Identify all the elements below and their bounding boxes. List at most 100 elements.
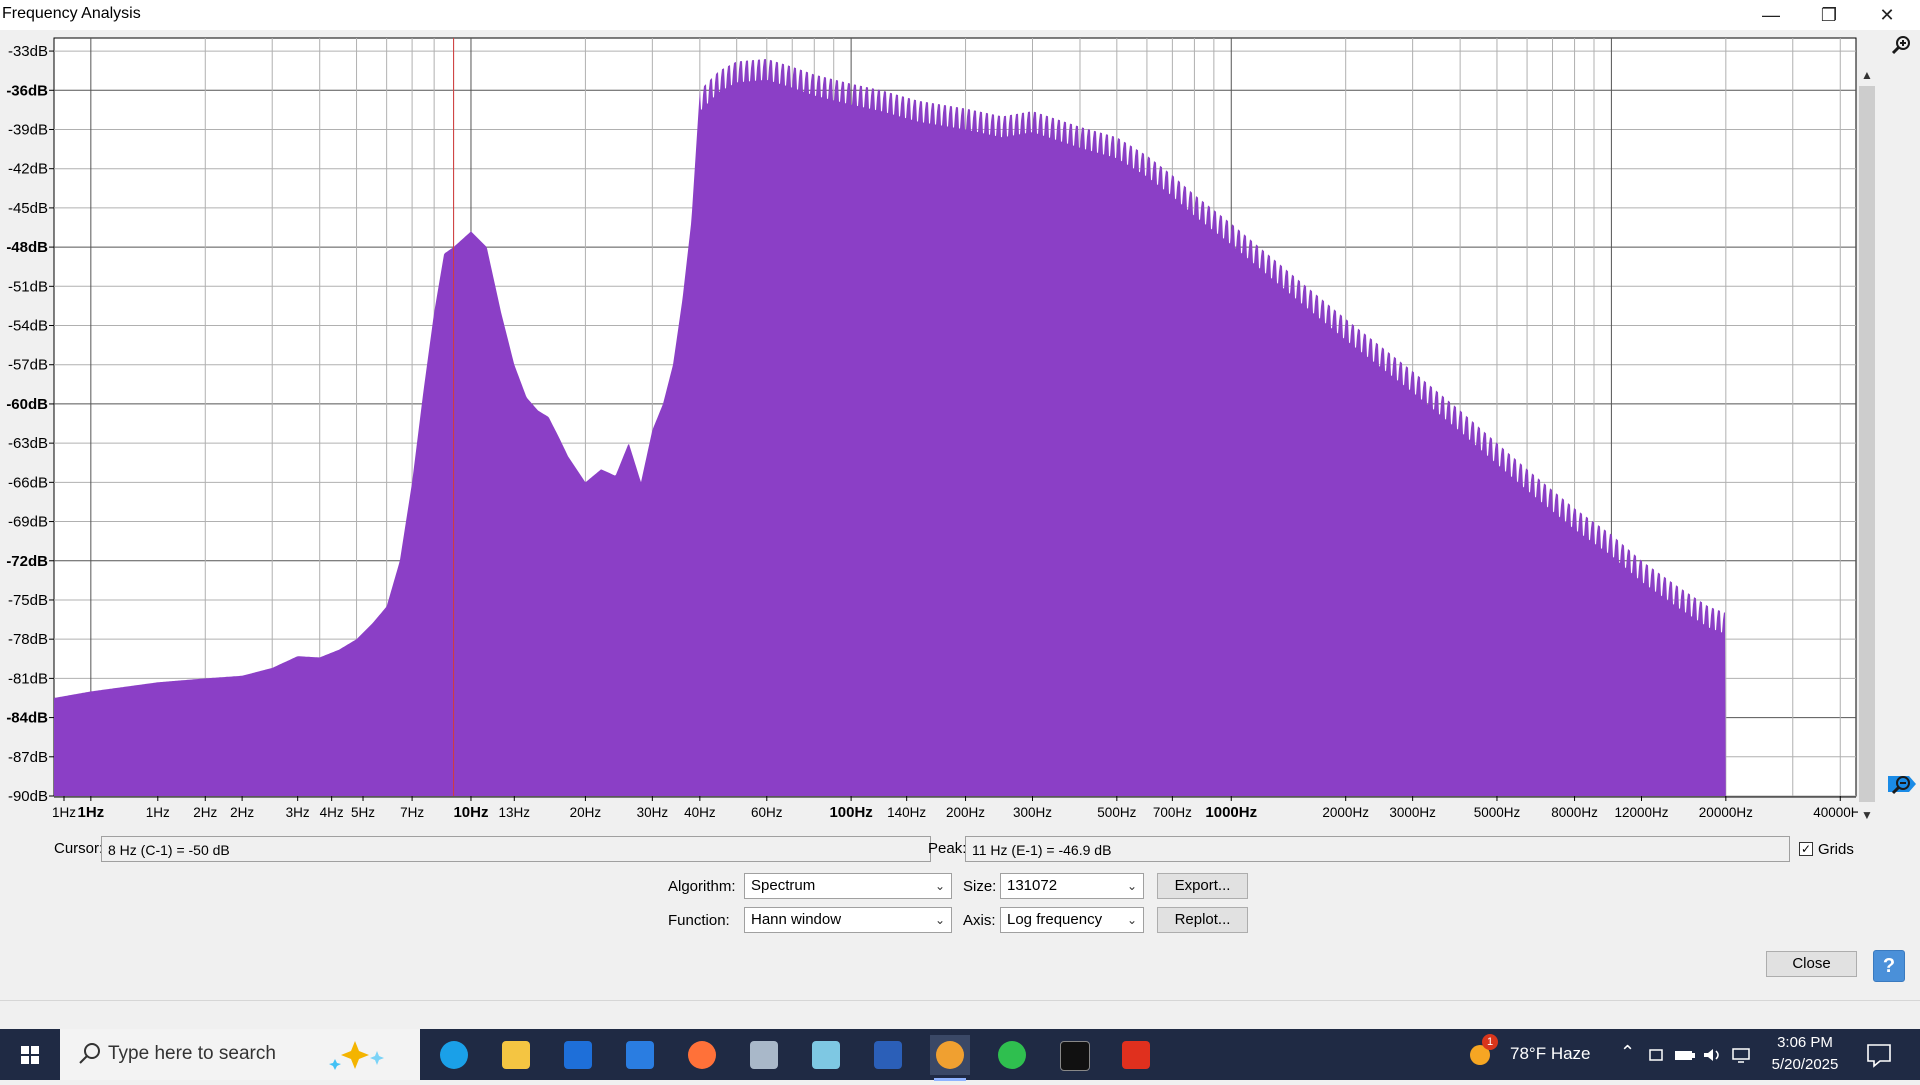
weather-badge: 1 (1482, 1034, 1498, 1050)
taskbar-app-audacity[interactable] (930, 1035, 970, 1081)
taskbar-app-store[interactable] (620, 1035, 660, 1075)
peak-label: Peak: (928, 840, 967, 857)
taskbar-search[interactable]: Type here to search (60, 1029, 420, 1080)
search-icon (79, 1043, 100, 1064)
audacity-icon (936, 1041, 964, 1069)
x-tick-label: 140Hz (887, 805, 926, 820)
outlook-icon (564, 1041, 592, 1069)
network-icon[interactable] (1730, 1046, 1752, 1064)
x-tick-label: 500Hz (1097, 805, 1136, 820)
x-tick-label: 10Hz (453, 804, 488, 821)
volume-icon[interactable] (1702, 1046, 1724, 1064)
y-tick-label: -54dB (8, 318, 48, 335)
minimize-button[interactable]: — (1742, 0, 1800, 30)
file-explorer-icon (502, 1041, 530, 1069)
meet-now-icon[interactable] (1648, 1046, 1666, 1064)
axis-label: Axis: (963, 912, 996, 929)
weather-text[interactable]: 78°F Haze (1510, 1044, 1591, 1064)
chevron-up-icon[interactable]: ⌃ (1620, 1042, 1635, 1063)
minimize-icon: — (1762, 5, 1780, 25)
close-window-button[interactable]: ✕ (1858, 0, 1916, 30)
x-tick-label: 700Hz (1153, 805, 1192, 820)
x-tick-label: 2Hz (230, 805, 254, 820)
cursor-label: Cursor: (54, 840, 104, 857)
taskbar-app-outlook[interactable] (558, 1035, 598, 1075)
x-tick-label: 2000Hz (1322, 805, 1369, 820)
taskbar-app-file-explorer[interactable] (496, 1035, 536, 1075)
grids-label: Grids (1818, 841, 1854, 858)
app-red-icon (1122, 1041, 1150, 1069)
notifications-icon[interactable] (1866, 1042, 1892, 1068)
windows-logo-icon (21, 1046, 39, 1064)
scroll-down-icon[interactable]: ▼ (1858, 806, 1876, 824)
clock-time: 3:06 PM (1777, 1034, 1833, 1051)
taskbar-app-app-red[interactable] (1116, 1035, 1156, 1075)
x-tick-label: 3000Hz (1389, 805, 1436, 820)
function-value: Hann window (751, 911, 842, 928)
taskbar-app-app[interactable] (744, 1035, 784, 1075)
x-tick-label: 60Hz (751, 805, 783, 820)
zoom-in-icon[interactable] (1890, 34, 1912, 56)
x-tick-label: 40Hz (684, 805, 716, 820)
y-tick-label: -39dB (8, 121, 48, 138)
x-tick-label: 200Hz (946, 805, 985, 820)
y-tick-label: -42dB (8, 161, 48, 178)
taskbar-app-paint[interactable] (806, 1035, 846, 1075)
scroll-up-icon[interactable]: ▲ (1858, 66, 1876, 84)
y-tick-label: -60dB (6, 396, 48, 413)
y-tick-label: -66dB (8, 474, 48, 491)
y-tick-label: -48dB (6, 239, 48, 256)
x-tick-label: 5Hz (351, 805, 375, 820)
x-tick-label: 20Hz (570, 805, 602, 820)
grids-checkbox[interactable]: ✓ (1799, 842, 1813, 856)
algorithm-label: Algorithm: (668, 878, 736, 895)
y-tick-label: -45dB (8, 200, 48, 217)
y-tick-label: -51dB (8, 278, 48, 295)
system-clock[interactable]: 3:06 PM 5/20/2025 (1760, 1032, 1850, 1076)
export-button[interactable]: Export... (1157, 873, 1248, 899)
zoom-out-icon[interactable] (1890, 774, 1912, 796)
algorithm-select[interactable]: Spectrum ⌄ (744, 873, 952, 899)
y-tick-label: -87dB (8, 749, 48, 766)
taskbar: Type here to search 1 78°F Haze ⌃ 3:06 P… (0, 1029, 1920, 1081)
y-tick-label: -90dB (8, 788, 48, 805)
peak-readout: 11 Hz (E-1) = -46.9 dB (965, 836, 1790, 862)
cursor-readout: 8 Hz (C-1) = -50 dB (101, 836, 931, 862)
axis-select[interactable]: Log frequency ⌄ (1000, 907, 1144, 933)
function-select[interactable]: Hann window ⌄ (744, 907, 952, 933)
axis-value: Log frequency (1007, 911, 1103, 928)
store-icon (626, 1041, 654, 1069)
restore-button[interactable]: ❐ (1800, 0, 1858, 30)
search-placeholder: Type here to search (108, 1043, 276, 1064)
x-tick-label: 3Hz (286, 805, 310, 820)
taskbar-app-firefox[interactable] (682, 1035, 722, 1075)
taskbar-app-edge[interactable] (434, 1035, 474, 1075)
x-tick-label: 12000Hz (1614, 805, 1668, 820)
size-select[interactable]: 131072 ⌄ (1000, 873, 1144, 899)
vertical-scrollbar[interactable]: ▲ ▼ (1858, 66, 1876, 824)
spectrum-plot-area[interactable]: -33dB -36dB -39dB -42dB -45dB -48dB -51dB -54dB… (0, 30, 1920, 830)
chevron-down-icon: ⌄ (934, 913, 945, 927)
taskbar-app-app-ring[interactable] (992, 1035, 1032, 1075)
clock-date: 5/20/2025 (1771, 1056, 1839, 1073)
function-label: Function: (668, 912, 730, 929)
close-button[interactable]: Close (1766, 951, 1857, 977)
y-tick-label: -78dB (8, 631, 48, 648)
spectrum-chart[interactable]: -33dB -36dB -39dB -42dB -45dB -48dB -51dB -54dB… (0, 30, 1920, 830)
y-tick-label: -81dB (8, 670, 48, 687)
replot-button[interactable]: Replot... (1157, 907, 1248, 933)
word-icon (874, 1041, 902, 1069)
app-icon (750, 1041, 778, 1069)
taskbar-app-terminal[interactable] (1054, 1035, 1094, 1075)
start-button[interactable] (0, 1029, 60, 1080)
battery-icon[interactable] (1674, 1046, 1696, 1064)
taskbar-app-word[interactable] (868, 1035, 908, 1075)
x-tick-label: 1Hz (146, 805, 170, 820)
window-title: Frequency Analysis (2, 5, 141, 22)
scroll-thumb[interactable] (1859, 86, 1875, 802)
y-tick-label: -75dB (8, 592, 48, 609)
help-button[interactable]: ? (1873, 950, 1905, 982)
x-tick-label: 5000Hz (1474, 805, 1521, 820)
x-tick-label: 100Hz (829, 804, 872, 821)
x-tick-label: 4Hz (320, 805, 344, 820)
